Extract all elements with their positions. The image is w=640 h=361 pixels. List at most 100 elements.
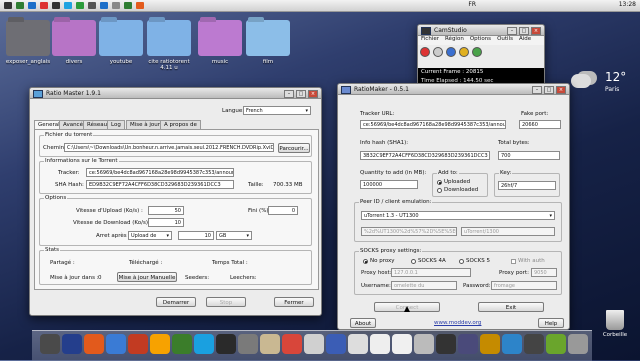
menu-aide[interactable]: Aide (519, 36, 531, 45)
dock-app-icon[interactable] (370, 334, 390, 354)
menu-outils[interactable]: Outils (497, 36, 513, 45)
dock-app-icon[interactable] (150, 334, 170, 354)
menubar-app-icon[interactable] (76, 2, 84, 9)
options-icon[interactable] (472, 47, 482, 57)
dock-app-icon[interactable] (348, 334, 368, 354)
peer-id-field[interactable]: %2d%UT1300%2d%57%2D%5E%5E057C%3 (361, 227, 457, 236)
close-app-button[interactable]: Fermer (274, 297, 314, 307)
apple-menu-icon[interactable] (4, 2, 12, 9)
proxy-host-field[interactable]: 127.0.0.1 (391, 268, 471, 277)
menu-options[interactable]: Options (470, 36, 491, 45)
moddev-link[interactable]: www.moddev.org (434, 320, 481, 326)
maximize-button[interactable]: □ (296, 90, 306, 98)
exit-button[interactable]: Exit (478, 302, 544, 312)
close-button[interactable]: × (531, 27, 541, 35)
tab-log[interactable]: Log (107, 120, 125, 129)
input-language-indicator[interactable]: FR (468, 1, 476, 8)
dock-app-icon[interactable] (326, 334, 346, 354)
with-auth-checkbox[interactable] (511, 259, 516, 264)
socks5-radio[interactable] (459, 259, 464, 264)
menubar-app-icon[interactable] (16, 2, 24, 9)
menubar-app-icon[interactable] (100, 2, 108, 9)
dock-app-icon[interactable] (62, 334, 82, 354)
minimize-button[interactable]: – (532, 86, 542, 94)
desktop-folder[interactable]: youtube (98, 20, 144, 65)
desktop-folder[interactable]: music (197, 20, 243, 65)
stop-unit-select[interactable]: GB ▾ (216, 231, 252, 240)
dock-app-icon[interactable] (238, 334, 258, 354)
dock-app-icon[interactable] (414, 334, 434, 354)
desktop-folder[interactable]: divers (51, 20, 97, 65)
client-emulation-select[interactable]: uTorrent 1.3 - UT1300 ▾ (361, 211, 555, 220)
start-button[interactable]: Demarrer (156, 297, 196, 307)
sha-hash-field[interactable]: ED9B32C9EF72A4CFF6D38CD329683D239361DCC3 (86, 180, 234, 189)
dock-app-icon[interactable] (128, 334, 148, 354)
stop-after-select[interactable]: Upload de ▾ (128, 231, 172, 240)
dock-app-icon[interactable] (40, 334, 60, 354)
dock-app-icon[interactable] (546, 334, 566, 354)
tracker-field[interactable]: ce:56969/be4dc8ad967168a28e98d9945387c35… (86, 168, 234, 177)
dock-app-icon[interactable] (260, 334, 280, 354)
desktop-folder[interactable]: exposer_anglais (5, 20, 51, 65)
menubar-app-icon[interactable] (136, 2, 144, 9)
torrent-path-field[interactable]: C:\Users\~\Downloads\Un.bonheur.n.arrive… (64, 143, 274, 152)
minimize-button[interactable]: – (507, 27, 517, 35)
menubar-app-icon[interactable] (112, 2, 120, 9)
info-hash-field[interactable]: 3B32C9EF72A4CFF6D38CD329683D239361DCC3 (360, 151, 490, 160)
key-field[interactable]: 26hf/7 (498, 181, 556, 190)
dock-app-icon[interactable] (216, 334, 236, 354)
desktop-folder[interactable]: film (245, 20, 291, 65)
dock-app-icon[interactable] (480, 334, 500, 354)
total-bytes-field[interactable]: 700 (498, 151, 560, 160)
record-icon[interactable] (420, 47, 430, 57)
browse-button[interactable]: Parcourir... (278, 143, 310, 153)
proxy-port-field[interactable]: 9050 (531, 268, 557, 277)
dock-app-icon[interactable] (392, 334, 412, 354)
language-select[interactable]: French ▾ (243, 106, 311, 115)
socks4a-radio[interactable] (411, 259, 416, 264)
about-button[interactable]: About (350, 318, 376, 328)
dock-app-icon[interactable] (436, 334, 456, 354)
close-button[interactable]: × (308, 90, 318, 98)
menubar-app-icon[interactable] (124, 2, 132, 9)
menubar-app-icon[interactable] (64, 2, 72, 9)
dock-app-icon[interactable] (568, 334, 588, 354)
minimize-button[interactable]: – (284, 90, 294, 98)
dock-app-icon[interactable] (304, 334, 324, 354)
finished-percent-field[interactable]: 0 (268, 206, 298, 215)
menu-region[interactable]: Région (445, 36, 464, 45)
stop-amount-field[interactable]: 10 (178, 231, 214, 240)
pause-icon[interactable] (433, 47, 443, 57)
tab-about[interactable]: A propos de (160, 120, 201, 129)
dock-app-icon[interactable] (84, 334, 104, 354)
dock-app-icon[interactable] (172, 334, 192, 354)
stop-icon[interactable] (446, 47, 456, 57)
username-field[interactable]: omelette du (391, 281, 457, 290)
menubar-app-icon[interactable] (88, 2, 96, 9)
maximize-button[interactable]: □ (519, 27, 529, 35)
upload-speed-field[interactable]: 50 (148, 206, 184, 215)
dock-app-icon[interactable] (282, 334, 302, 354)
ratio-master-titlebar[interactable]: Ratio Master 1.9.1 – □ × (30, 88, 321, 99)
download-speed-field[interactable]: 10 (148, 218, 184, 227)
trash[interactable]: Corbeille (598, 310, 632, 338)
stop-button[interactable]: Stop (206, 297, 246, 307)
downloaded-radio[interactable] (437, 188, 442, 193)
help-button[interactable]: Help (538, 318, 564, 328)
dock-app-icon[interactable] (194, 334, 214, 354)
password-field[interactable]: fromage (491, 281, 557, 290)
no-proxy-radio[interactable] (363, 259, 368, 264)
menubar-app-icon[interactable] (40, 2, 48, 9)
dock-app-icon[interactable] (502, 334, 522, 354)
maximize-button[interactable]: □ (544, 86, 554, 94)
dock-app-icon[interactable] (106, 334, 126, 354)
menu-fichier[interactable]: Fichier (421, 36, 439, 45)
dock-app-icon[interactable] (458, 334, 478, 354)
uploaded-radio[interactable] (437, 180, 442, 185)
ratiomaker-titlebar[interactable]: RatioMaker - 0.5.1 – □ × (338, 84, 569, 95)
quantity-field[interactable]: 100000 (360, 180, 418, 189)
client-string-field[interactable]: uTorrent/1300 (461, 227, 555, 236)
menubar-app-icon[interactable] (52, 2, 60, 9)
close-button[interactable]: × (556, 86, 566, 94)
menubar-app-icon[interactable] (28, 2, 36, 9)
